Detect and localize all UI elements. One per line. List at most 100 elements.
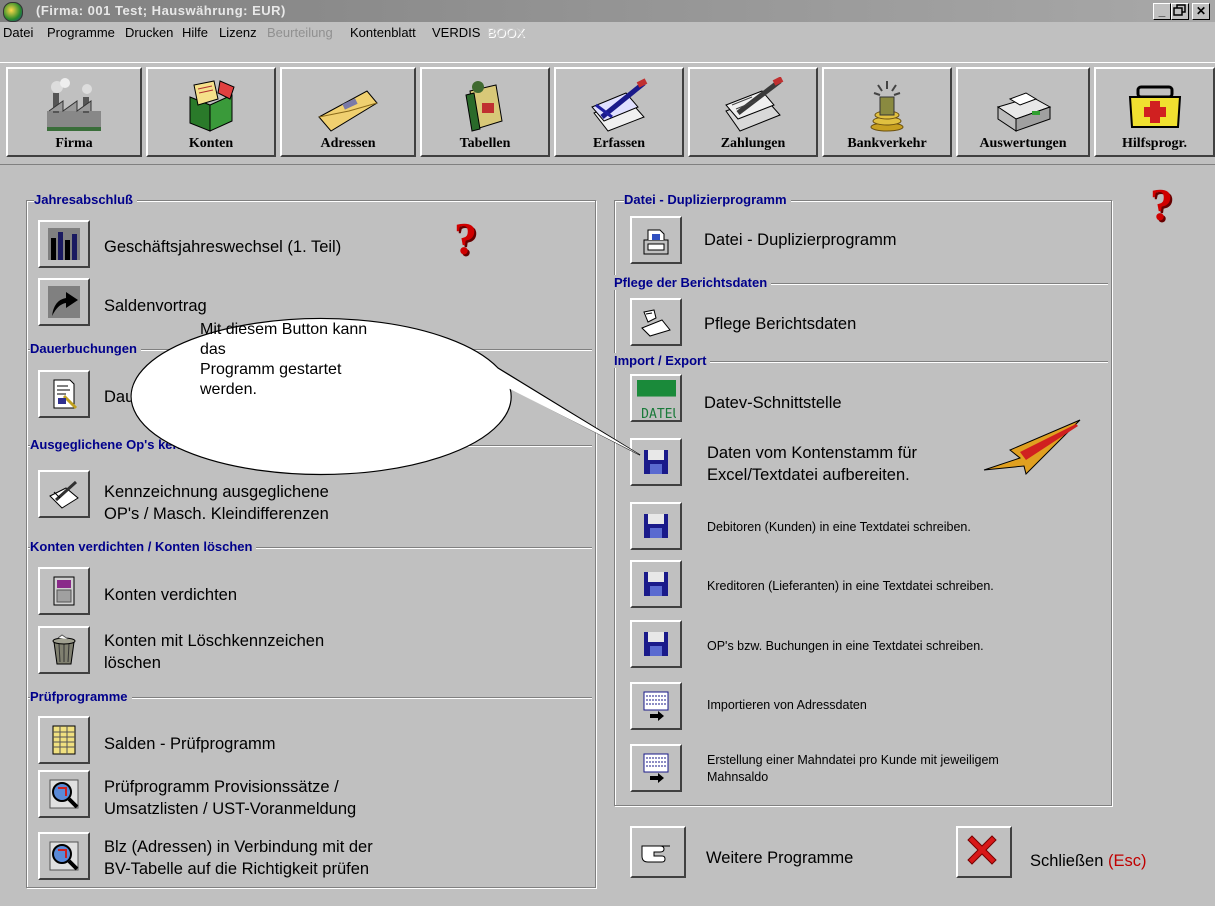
app-icon[interactable] <box>3 2 23 22</box>
document-icon <box>53 379 78 410</box>
toolbar-auswertungen-button[interactable]: Auswertungen <box>956 67 1090 157</box>
item-label: Pflege Berichtsdaten <box>704 315 857 333</box>
window-title: (Firma: 001 Test; Hauswährung: EUR) <box>36 3 286 18</box>
geschaeftsjahreswechsel-button[interactable] <box>38 220 90 268</box>
kontenstamm-export-button[interactable] <box>630 438 682 486</box>
callout-line: das <box>200 341 226 358</box>
toolbar-label: Bankverkehr <box>847 136 927 151</box>
magnifier-icon <box>49 841 79 871</box>
blz-pruefen-button[interactable] <box>38 832 90 880</box>
duplizierprogramm-button[interactable] <box>630 216 682 264</box>
compress-icon <box>53 576 75 606</box>
toolbar-label: Adressen <box>320 136 376 151</box>
ledger-icon <box>465 81 503 132</box>
ops-buchungen-export-button[interactable] <box>630 620 682 668</box>
debitoren-export-button[interactable] <box>630 502 682 550</box>
bar-chart-icon <box>48 228 80 260</box>
pen-papers-icon <box>591 78 648 132</box>
close-x-icon <box>967 835 997 865</box>
toolbar-label: Zahlungen <box>720 136 786 151</box>
item-label: Kreditoren (Lieferanten) in eine Textdat… <box>707 579 994 593</box>
item-label: Importieren von Adressdaten <box>707 698 867 712</box>
factory-icon <box>47 78 101 131</box>
kreditoren-export-button[interactable] <box>630 560 682 608</box>
menu-drucken[interactable]: Drucken <box>125 25 173 40</box>
minimize-button[interactable]: _ <box>1153 3 1171 20</box>
help-question-icon[interactable]: ? <box>454 212 477 265</box>
copy-icon <box>643 229 669 255</box>
pflege-berichtsdaten-button[interactable] <box>630 298 682 346</box>
weitere-programme-label: Weitere Programme <box>706 849 854 867</box>
item-label: Datei - Duplizierprogramm <box>704 231 897 249</box>
weitere-programme-button[interactable] <box>630 826 686 878</box>
toolbar-bankverkehr-button[interactable]: Bankverkehr <box>822 67 952 157</box>
provisionssaetze-button[interactable] <box>38 770 90 818</box>
import-icon <box>643 691 669 721</box>
section-title-konten-verdichten: Konten verdichten / Konten löschen <box>30 539 257 554</box>
close-window-button[interactable]: ✕ <box>1192 3 1210 20</box>
toolbar-erfassen-button[interactable]: Erfassen <box>554 67 684 157</box>
section-title-jahresabschluss: Jahresabschluß <box>34 192 137 207</box>
right-panel <box>614 200 1112 806</box>
pointer-arrow-icon <box>983 419 1081 475</box>
item-label: Daten vom Kontenstamm für Excel/Textdate… <box>707 444 918 484</box>
kennzeichnung-button[interactable] <box>38 470 90 518</box>
konten-loeschen-button[interactable] <box>38 626 90 674</box>
toolbar-firma-button[interactable]: Firma <box>6 67 142 157</box>
toolbar-tabellen-button[interactable]: Tabellen <box>420 67 550 157</box>
menu-datei[interactable]: Datei <box>3 25 33 40</box>
salden-pruefprogramm-button[interactable] <box>38 716 90 764</box>
datev-label: DATEU <box>641 407 676 418</box>
callout-line: Mit diesem Button kann <box>200 321 368 338</box>
item-label: Salden - Prüfprogramm <box>104 735 276 753</box>
menu-verdis[interactable]: VERDIS <box>432 25 480 40</box>
item-label: Konten verdichten <box>104 586 238 604</box>
datev-schnittstelle-button[interactable]: DATEU <box>630 374 682 422</box>
toolbar-adressen-button[interactable]: Adressen <box>280 67 416 157</box>
spreadsheet-icon <box>52 725 76 755</box>
hand-paper-icon <box>641 309 671 337</box>
payment-icon <box>725 77 784 132</box>
item-label: Datev-Schnittstelle <box>704 394 842 412</box>
bank-coins-icon <box>870 81 904 132</box>
item-label: Geschäftsjahreswechsel (1. Teil) <box>104 238 342 256</box>
toolbar-label: Tabellen <box>459 136 511 151</box>
toolbar-zahlungen-button[interactable]: Zahlungen <box>688 67 818 157</box>
first-aid-icon <box>1128 85 1181 128</box>
schliessen-label: Schließen (Esc) <box>1030 850 1146 872</box>
item-label: Blz (Adressen) in Verbindung mit der BV-… <box>104 838 373 878</box>
item-label: Kennzeichnung ausgeglichene OP's / Masch… <box>104 483 329 523</box>
item-label: Saldenvortrag <box>104 297 207 315</box>
schliessen-button[interactable] <box>956 826 1012 878</box>
menu-lizenz[interactable]: Lizenz <box>219 25 257 40</box>
saldenvortrag-button[interactable] <box>38 278 90 326</box>
toolbar-hilfsprogr-button[interactable]: Hilfsprogr. <box>1094 67 1215 157</box>
menu-programme[interactable]: Programme <box>47 25 115 40</box>
floppy-icon <box>644 514 668 538</box>
magnifier-icon <box>49 779 79 809</box>
menu-boox: BOOX <box>487 25 525 40</box>
menu-kontenblatt[interactable]: Kontenblatt <box>350 25 416 40</box>
datev-icon: DATEU <box>637 380 676 418</box>
toolbar-konten-button[interactable]: Konten <box>146 67 276 157</box>
adressdaten-import-button[interactable] <box>630 682 682 730</box>
section-title-import-export: Import / Export <box>614 353 711 368</box>
help-question-icon-top[interactable]: ? <box>1150 178 1173 231</box>
menu-hilfe[interactable]: Hilfe <box>182 25 208 40</box>
floppy-icon <box>644 450 668 474</box>
maximize-button[interactable] <box>1171 3 1189 20</box>
trash-icon <box>52 634 76 665</box>
konten-verdichten-button[interactable] <box>38 567 90 615</box>
floppy-icon <box>644 632 668 656</box>
toolbar-label: Auswertungen <box>979 136 1067 151</box>
toolbar-label: Erfassen <box>592 136 646 151</box>
pointing-hand-icon <box>641 845 670 863</box>
section-title-pruefprogramme: Prüfprogramme <box>30 689 132 704</box>
dauerbuchungen-button[interactable] <box>38 370 90 418</box>
mahndatei-button[interactable] <box>630 744 682 792</box>
printer-icon <box>996 92 1052 132</box>
callout-line: werden. <box>200 381 257 398</box>
restore-icon <box>1173 4 1186 16</box>
toolbar-label: Konten <box>188 136 234 151</box>
books-icon <box>189 80 235 132</box>
